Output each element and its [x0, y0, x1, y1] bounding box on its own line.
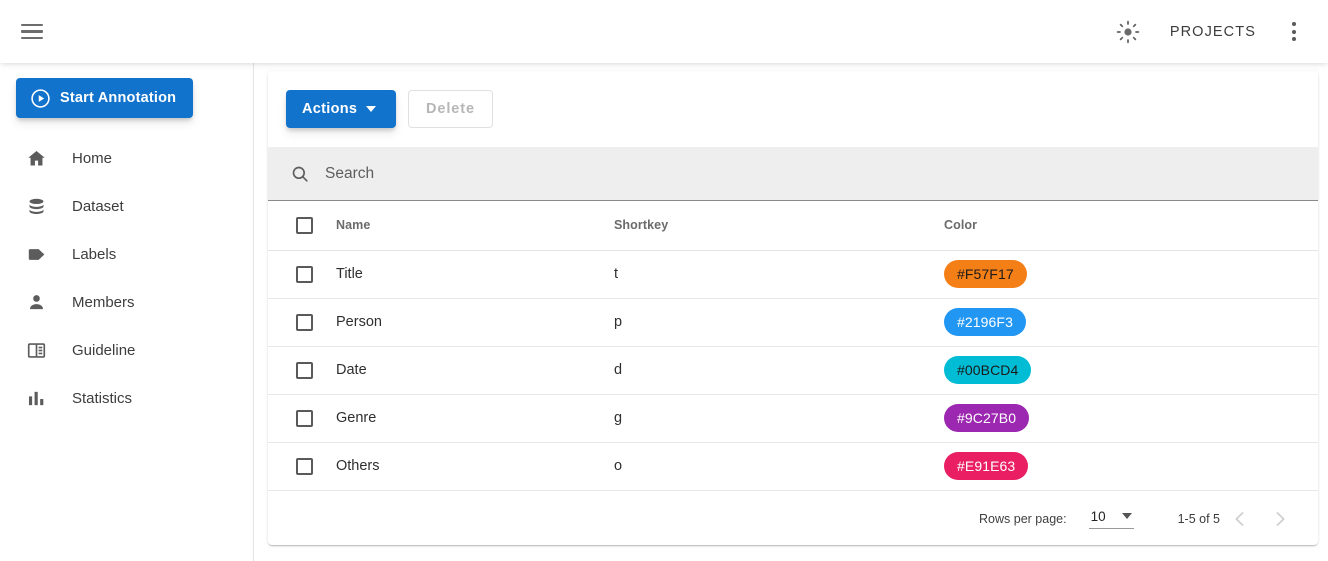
play-circle-icon [30, 88, 51, 109]
table-body: Title t #F57F17 Person p #2196F3 Date d … [268, 250, 1318, 491]
cell-name: Genre [336, 394, 614, 443]
sidebar-item-members[interactable]: Members [0, 278, 253, 326]
kebab-dot [1292, 37, 1296, 41]
chevron-down-icon [1121, 513, 1132, 519]
color-chip: #9C27B0 [944, 404, 1030, 432]
column-header-name[interactable]: Name [336, 201, 614, 251]
database-icon [16, 196, 56, 217]
sidebar-item-label: Statistics [72, 389, 133, 407]
cell-shortkey: g [614, 394, 944, 443]
cell-shortkey: p [614, 298, 944, 347]
sidebar-item-label: Guideline [72, 341, 136, 359]
row-select-cell [268, 394, 336, 443]
table-row[interactable]: Person p #2196F3 [268, 298, 1318, 347]
table-row[interactable]: Date d #00BCD4 [268, 346, 1318, 395]
row-select-cell [268, 250, 336, 299]
table-head: Name Shortkey Color [268, 201, 1318, 251]
hamburger-bar [21, 30, 43, 33]
sidebar-item-label: Home [72, 149, 113, 167]
cell-name: Title [336, 250, 614, 299]
sidebar-item-statistics[interactable]: Statistics [0, 374, 253, 422]
chevron-down-icon [366, 106, 377, 112]
chevron-right-icon[interactable] [1260, 499, 1300, 539]
labels-table: Name Shortkey Color Title t #F57F17 Pers… [268, 201, 1318, 491]
hamburger-bar [21, 36, 43, 40]
pagination-range-label: 1-5 of 5 [1177, 511, 1220, 526]
select-all-header [268, 201, 336, 251]
cell-shortkey: o [614, 442, 944, 491]
delete-button[interactable]: Delete [408, 90, 493, 128]
row-checkbox[interactable] [296, 457, 313, 475]
color-chip: #00BCD4 [944, 356, 1032, 384]
row-checkbox[interactable] [296, 409, 313, 427]
cell-color: #E91E63 [944, 442, 1318, 491]
cell-name: Date [336, 346, 614, 395]
home-icon [16, 148, 56, 169]
person-icon [16, 292, 56, 313]
projects-link[interactable]: PROJECTS [1170, 24, 1256, 40]
row-checkbox[interactable] [296, 361, 313, 379]
sidebar-nav: Home Dataset Labels Members Guideline St… [0, 134, 253, 422]
table-header-row: Name Shortkey Color [268, 201, 1318, 251]
search-icon [290, 164, 310, 184]
rows-per-page-select[interactable]: 10 [1088, 508, 1134, 529]
start-annotation-button[interactable]: Start Annotation [16, 78, 193, 118]
row-checkbox[interactable] [296, 265, 313, 283]
rows-per-page-label: Rows per page: [979, 511, 1067, 526]
table-row[interactable]: Genre g #9C27B0 [268, 394, 1318, 443]
hamburger-bar [21, 23, 43, 27]
column-header-shortkey[interactable]: Shortkey [614, 201, 944, 251]
sidebar-item-labels[interactable]: Labels [0, 230, 253, 278]
hamburger-menu-icon[interactable] [8, 8, 56, 56]
search-field[interactable]: Search [268, 147, 1318, 201]
table-pagination: Rows per page: 10 1-5 of 5 [268, 491, 1318, 546]
sidebar-item-guideline[interactable]: Guideline [0, 326, 253, 374]
cell-name: Person [336, 298, 614, 347]
color-chip: #E91E63 [944, 452, 1029, 480]
labels-card: Actions Delete Search Name Shortkey Colo… [268, 71, 1318, 545]
rows-per-page-value: 10 [1090, 508, 1106, 524]
book-icon [16, 340, 56, 361]
application-root: PROJECTS Start Annotation Home Dataset L… [0, 0, 1328, 561]
sidebar-item-label: Dataset [72, 197, 124, 215]
table-row[interactable]: Others o #E91E63 [268, 442, 1318, 491]
row-select-cell [268, 298, 336, 347]
actions-button[interactable]: Actions [286, 90, 396, 128]
color-chip: #2196F3 [944, 308, 1026, 336]
search-placeholder: Search [325, 164, 375, 182]
kebab-dot [1292, 22, 1296, 26]
sidebar-item-home[interactable]: Home [0, 134, 253, 182]
brightness-sun-icon[interactable] [1108, 12, 1148, 52]
table-row[interactable]: Title t #F57F17 [268, 250, 1318, 299]
more-vertical-icon[interactable] [1274, 12, 1314, 52]
cell-shortkey: d [614, 346, 944, 395]
select-all-checkbox[interactable] [296, 216, 313, 234]
column-header-color[interactable]: Color [944, 201, 1318, 251]
cell-color: #2196F3 [944, 298, 1318, 347]
actions-button-label: Actions [302, 101, 358, 117]
sidebar-item-dataset[interactable]: Dataset [0, 182, 253, 230]
cell-shortkey: t [614, 250, 944, 299]
color-chip: #F57F17 [944, 260, 1027, 288]
cell-color: #9C27B0 [944, 394, 1318, 443]
tag-icon [16, 244, 56, 265]
card-toolbar: Actions Delete [268, 71, 1318, 147]
cell-color: #F57F17 [944, 250, 1318, 299]
row-checkbox[interactable] [296, 313, 313, 331]
bar-chart-icon [16, 388, 56, 409]
sidebar: Start Annotation Home Dataset Labels Mem… [0, 63, 254, 561]
cell-name: Others [336, 442, 614, 491]
sidebar-item-label: Labels [72, 245, 117, 263]
top-app-bar: PROJECTS [0, 0, 1328, 63]
kebab-dot [1292, 29, 1296, 34]
row-select-cell [268, 442, 336, 491]
start-annotation-label: Start Annotation [60, 90, 177, 106]
sidebar-item-label: Members [72, 293, 135, 311]
row-select-cell [268, 346, 336, 395]
cell-color: #00BCD4 [944, 346, 1318, 395]
chevron-left-icon[interactable] [1220, 499, 1260, 539]
